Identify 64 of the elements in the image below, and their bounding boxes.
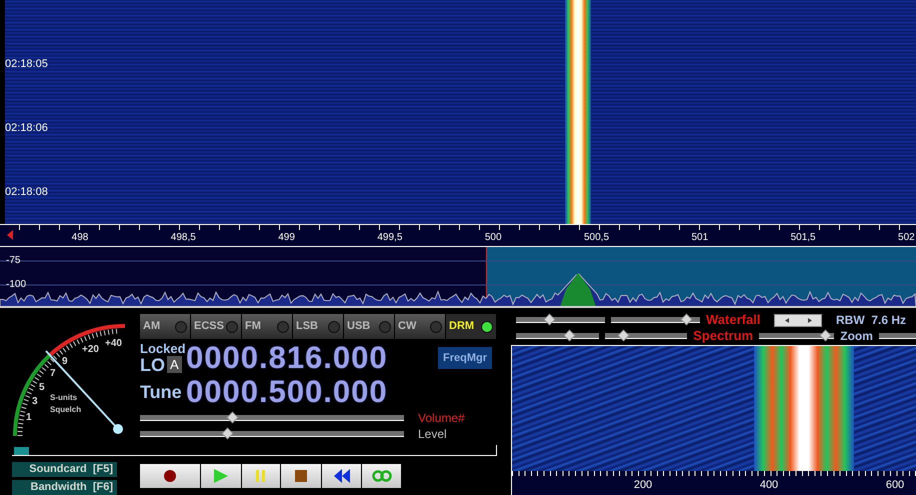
lo-label: LO	[140, 354, 165, 374]
axis-label: 501	[691, 232, 708, 244]
slider-thumb[interactable]	[564, 330, 576, 342]
loop-icon	[372, 469, 392, 483]
slider-thumb[interactable]	[820, 330, 832, 342]
db-label: -75	[6, 255, 20, 267]
side-button[interactable]: Soundcard [F5]	[12, 462, 117, 477]
mode-button[interactable]: CW	[395, 314, 445, 339]
mode-button[interactable]: ECSS	[191, 314, 241, 339]
axis-label: 400	[760, 479, 778, 491]
lock-status: Locked	[140, 342, 186, 354]
meter-scale-label: 7	[50, 368, 56, 379]
meter-scale-label: +20	[82, 344, 99, 355]
tune-frequency[interactable]: 0000.500.000	[186, 375, 388, 409]
side-button[interactable]: Bandwidth [F6]	[12, 480, 117, 495]
axis-label: 501,5	[790, 232, 816, 244]
tune-label: Tune	[140, 380, 183, 404]
mode-button[interactable]: FM	[242, 314, 292, 339]
db-label: -100	[6, 279, 26, 291]
axis-label: 499	[278, 232, 295, 244]
squelch-label: Squelch	[50, 405, 82, 414]
axis-label: 499,5	[377, 232, 402, 244]
meter-scale-label: 9	[62, 356, 68, 367]
mode-button[interactable]: DRM	[446, 314, 496, 339]
timestamp: 02:18:08	[5, 186, 48, 199]
axis-label: 502	[898, 232, 915, 244]
slider-label: Volume#	[418, 410, 465, 427]
rewind-button[interactable]	[322, 464, 361, 488]
mode-button[interactable]: AM	[140, 314, 190, 339]
spectrum-label: Spectrum	[693, 329, 754, 343]
meter-scale-label: 5	[39, 382, 45, 393]
rewind-icon	[332, 469, 352, 483]
scroll-arrows[interactable]	[774, 314, 822, 326]
rbw-readout: RBW 7.6 Hz	[836, 312, 906, 329]
meter-scale-label: 3	[32, 396, 38, 407]
freqmgr-button[interactable]: FreqMgr	[438, 346, 492, 370]
mode-button[interactable]: LSB	[293, 314, 343, 339]
left-arrow-icon[interactable]	[7, 230, 13, 240]
timestamp: 02:18:06	[5, 122, 48, 135]
lo-badge[interactable]: A	[167, 356, 182, 373]
slider-thumb[interactable]	[222, 428, 234, 440]
axis-label: 498	[72, 232, 88, 244]
lo-frequency[interactable]: 0000.816.000	[186, 341, 388, 375]
record-button[interactable]	[140, 464, 200, 488]
axis-label: 500,5	[584, 232, 610, 244]
slider-thumb[interactable]	[544, 314, 556, 326]
meter-scale-label: 1	[26, 412, 32, 423]
zoom-label: Zoom	[840, 328, 873, 345]
slider-label: Level	[418, 426, 447, 443]
slider-thumb[interactable]	[227, 412, 239, 424]
waterfall-label: Waterfall	[706, 313, 762, 327]
stop-button[interactable]	[281, 464, 321, 488]
slider-thumb[interactable]	[617, 330, 630, 342]
mode-button[interactable]: USB	[344, 314, 394, 339]
axis-label: 200	[634, 479, 652, 491]
axis-label: 498,5	[170, 232, 196, 244]
slider-track[interactable]	[878, 333, 916, 339]
timestamp: 02:18:05	[5, 58, 48, 71]
meter-caption: S-units	[50, 393, 78, 402]
meter-scale-label: +40	[105, 338, 122, 349]
axis-label: 600	[886, 479, 904, 491]
slider-thumb[interactable]	[680, 314, 692, 326]
axis-label: 500	[484, 232, 502, 244]
signal-peak	[560, 273, 596, 306]
